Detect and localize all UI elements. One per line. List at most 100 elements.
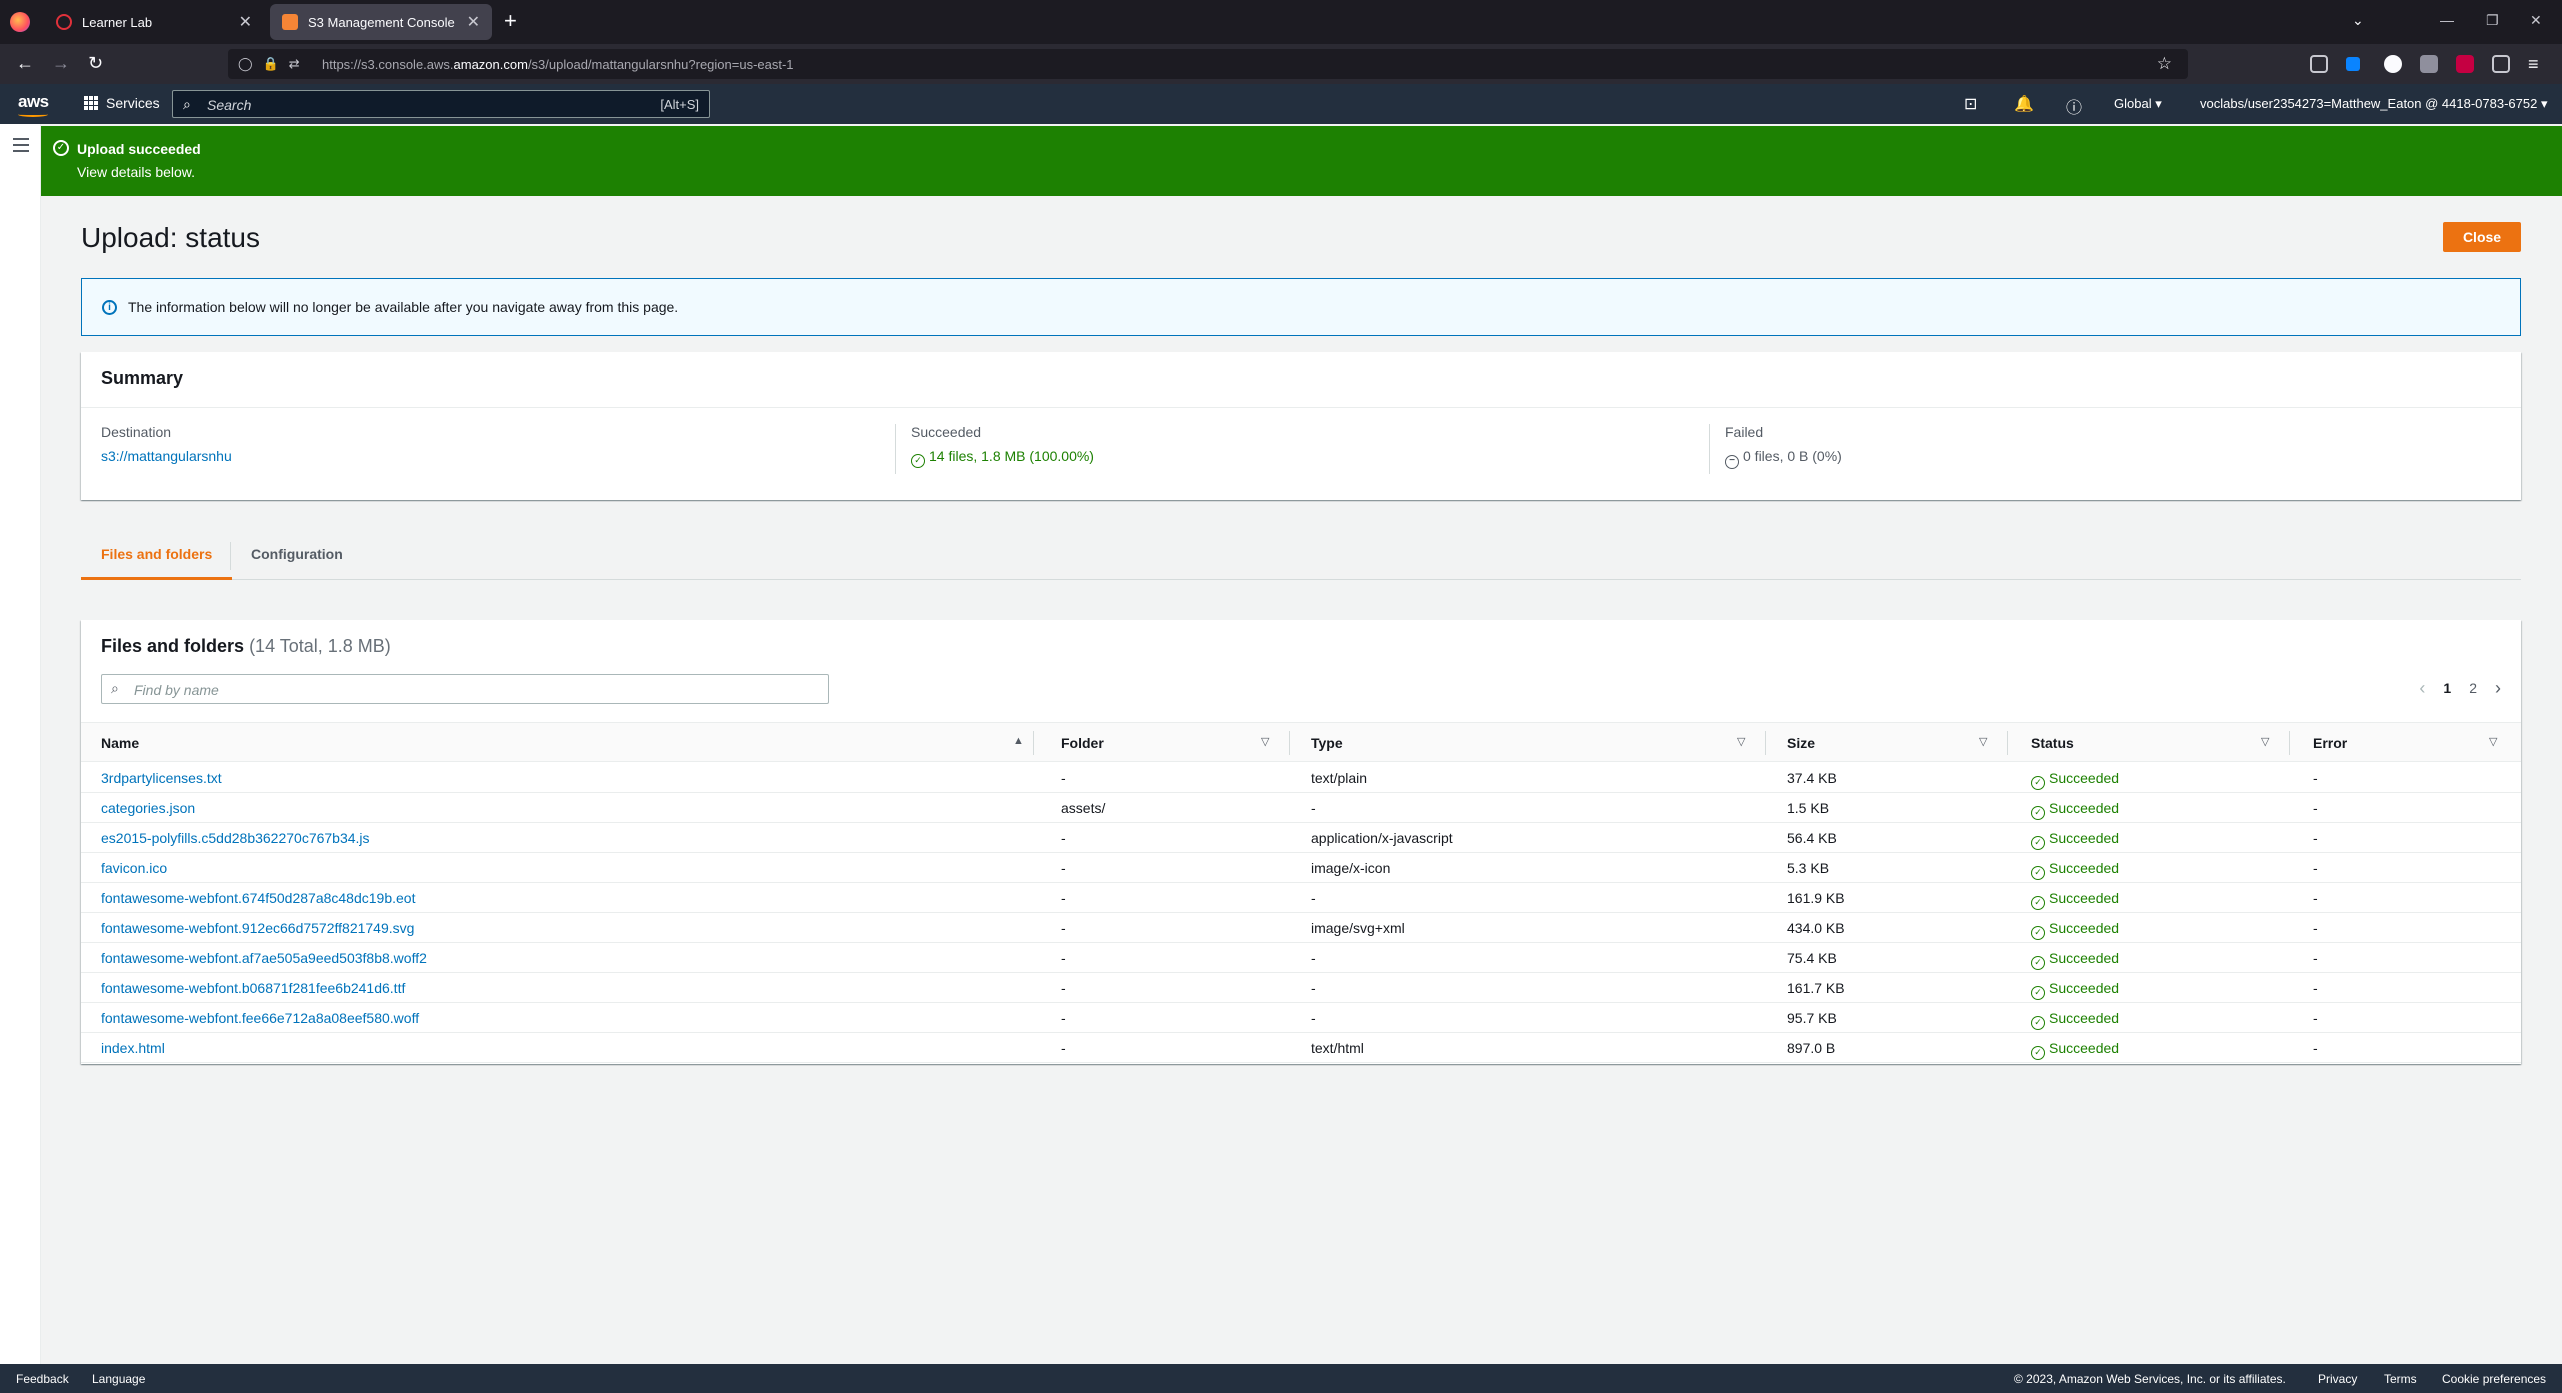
cell-type: -	[1311, 950, 1316, 966]
close-tab-icon[interactable]: ✕	[467, 12, 480, 32]
cell-status: ✓ Succeeded	[2031, 890, 2119, 910]
cell-name[interactable]: fontawesome-webfont.b06871f281fee6b241d6…	[101, 980, 405, 996]
col-type[interactable]: Type	[1311, 735, 1343, 751]
succeeded-value: ✓ 14 files, 1.8 MB (100.00%)	[911, 448, 1094, 468]
cell-name[interactable]: fontawesome-webfont.fee66e712a8a08eef580…	[101, 1010, 419, 1026]
aws-logo[interactable]: aws	[18, 92, 49, 117]
url-bar[interactable]: ◯🔒⇄ https://s3.console.aws.amazon.com/s3…	[228, 49, 2188, 79]
cell-name[interactable]: fontawesome-webfont.912ec66d7572ff821749…	[101, 920, 414, 936]
window-close-icon[interactable]: ✕	[2530, 12, 2542, 29]
table-row: es2015-polyfills.c5dd28b362270c767b34.js…	[81, 823, 2521, 853]
cell-folder: -	[1061, 860, 1066, 876]
tab-s3-console[interactable]: S3 Management Console ✕	[270, 4, 492, 40]
tab-learner-lab[interactable]: Learner Lab ✕	[44, 4, 264, 40]
sort-icon[interactable]: ▽	[2489, 735, 2497, 748]
info-text: The information below will no longer be …	[128, 299, 679, 315]
col-status[interactable]: Status	[2031, 735, 2074, 751]
firefox-menu-icon[interactable]	[10, 12, 30, 32]
prev-page-icon[interactable]: ‹	[2419, 679, 2425, 697]
cloudshell-icon[interactable]: ⊡	[1964, 94, 1977, 114]
sort-icon[interactable]: ▽	[1737, 735, 1745, 748]
forward-icon[interactable]: →	[52, 52, 70, 74]
cell-name[interactable]: index.html	[101, 1040, 165, 1056]
extension-m-icon[interactable]	[2384, 55, 2402, 73]
sort-ascending-icon[interactable]: ▲	[1013, 735, 1024, 747]
hamburger-menu-icon[interactable]	[13, 138, 29, 156]
close-button[interactable]: Close	[2443, 222, 2521, 252]
url-text[interactable]: https://s3.console.aws.amazon.com/s3/upl…	[322, 57, 794, 72]
cell-name[interactable]: 3rdpartylicenses.txt	[101, 770, 222, 786]
notifications-bell-icon[interactable]: 🔔	[2014, 94, 2034, 114]
col-error[interactable]: Error	[2313, 735, 2347, 751]
privacy-link[interactable]: Privacy	[2318, 1372, 2357, 1386]
col-name[interactable]: Name	[101, 735, 139, 751]
close-tab-icon[interactable]: ✕	[239, 12, 252, 32]
cell-name[interactable]: categories.json	[101, 800, 195, 816]
tab-files-and-folders[interactable]: Files and folders	[81, 536, 233, 580]
minimize-icon[interactable]: —	[2440, 12, 2454, 28]
search-input[interactable]: ⌕ Search [Alt+S]	[172, 90, 710, 118]
search-icon: ⌕	[183, 96, 191, 112]
sort-icon[interactable]: ▽	[1261, 735, 1269, 748]
destination-label: Destination	[101, 424, 172, 440]
cell-type: image/svg+xml	[1311, 920, 1405, 936]
extension-red-icon[interactable]	[2456, 55, 2474, 73]
page-1[interactable]: 1	[2443, 680, 2451, 696]
cell-name[interactable]: favicon.ico	[101, 860, 167, 876]
cell-folder: -	[1061, 980, 1066, 996]
next-page-icon[interactable]: ›	[2495, 679, 2501, 697]
page-title: Upload: status	[81, 222, 260, 253]
main-content: Upload: status Close i The information b…	[41, 196, 2562, 1364]
cell-size: 95.7 KB	[1787, 1010, 1837, 1026]
cell-status: ✓ Succeeded	[2031, 800, 2119, 820]
sort-icon[interactable]: ▽	[1979, 735, 1987, 748]
destination-link[interactable]: s3://mattangularsnhu	[101, 448, 232, 464]
col-folder[interactable]: Folder	[1061, 735, 1104, 751]
grid-icon	[84, 96, 98, 110]
destination-column: Destination s3://mattangularsnhu	[101, 424, 232, 464]
back-icon[interactable]: ←	[16, 52, 34, 74]
services-menu-button[interactable]: Services	[84, 95, 160, 111]
success-check-icon: ✓	[2031, 1016, 2045, 1030]
success-check-icon: ✓	[53, 140, 69, 156]
account-menu[interactable]: voclabs/user2354273=Matthew_Eaton @ 4418…	[2200, 96, 2548, 112]
new-tab-icon[interactable]: +	[504, 10, 517, 32]
cell-status: ✓ Succeeded	[2031, 1010, 2119, 1030]
cookie-preferences-link[interactable]: Cookie preferences	[2442, 1372, 2546, 1386]
cell-error: -	[2313, 950, 2318, 966]
cell-folder: -	[1061, 1040, 1066, 1056]
page-2[interactable]: 2	[2469, 680, 2477, 696]
find-by-name-input[interactable]: ⌕ Find by name	[101, 674, 829, 704]
cell-name[interactable]: fontawesome-webfont.af7ae505a9eed503f8b8…	[101, 950, 427, 966]
list-tabs-icon[interactable]: ⌄	[2352, 12, 2364, 29]
bookmark-star-icon[interactable]: ☆	[2157, 54, 2172, 74]
cell-size: 897.0 B	[1787, 1040, 1836, 1056]
region-selector[interactable]: Global ▾	[2114, 96, 2162, 112]
menu-icon[interactable]: ≡	[2528, 53, 2539, 75]
cell-name[interactable]: es2015-polyfills.c5dd28b362270c767b34.js	[101, 830, 370, 846]
sort-icon[interactable]: ▽	[2261, 735, 2269, 748]
s3-favicon-icon	[282, 14, 298, 30]
feedback-link[interactable]: Feedback	[16, 1372, 69, 1386]
extension-icon[interactable]	[2420, 55, 2438, 73]
cell-name[interactable]: fontawesome-webfont.674f50d287a8c48dc19b…	[101, 890, 415, 906]
col-size[interactable]: Size	[1787, 735, 1815, 751]
table-row: favicon.ico - image/x-icon 5.3 KB ✓ Succeeded…	[81, 853, 2521, 883]
site-info-icon[interactable]: ◯🔒⇄	[238, 56, 310, 72]
success-check-icon: ✓	[2031, 866, 2045, 880]
language-link[interactable]: Language	[92, 1372, 145, 1386]
copyright: © 2023, Amazon Web Services, Inc. or its…	[2014, 1372, 2286, 1386]
extensions-puzzle-icon[interactable]	[2492, 55, 2510, 73]
cell-type: text/plain	[1311, 770, 1368, 786]
table-row: fontawesome-webfont.af7ae505a9eed503f8b8…	[81, 943, 2521, 973]
cell-folder: -	[1061, 830, 1066, 846]
tab-configuration[interactable]: Configuration	[231, 536, 363, 580]
cell-folder: -	[1061, 770, 1066, 786]
restore-icon[interactable]: ❐	[2486, 12, 2499, 29]
pocket-icon[interactable]	[2310, 55, 2328, 73]
terms-link[interactable]: Terms	[2384, 1372, 2417, 1386]
downloads-icon[interactable]	[2346, 57, 2360, 71]
succeeded-column: Succeeded ✓ 14 files, 1.8 MB (100.00%)	[911, 424, 1094, 468]
help-icon[interactable]: ⓘ	[2066, 94, 2082, 118]
reload-icon[interactable]: ↻	[88, 52, 103, 74]
